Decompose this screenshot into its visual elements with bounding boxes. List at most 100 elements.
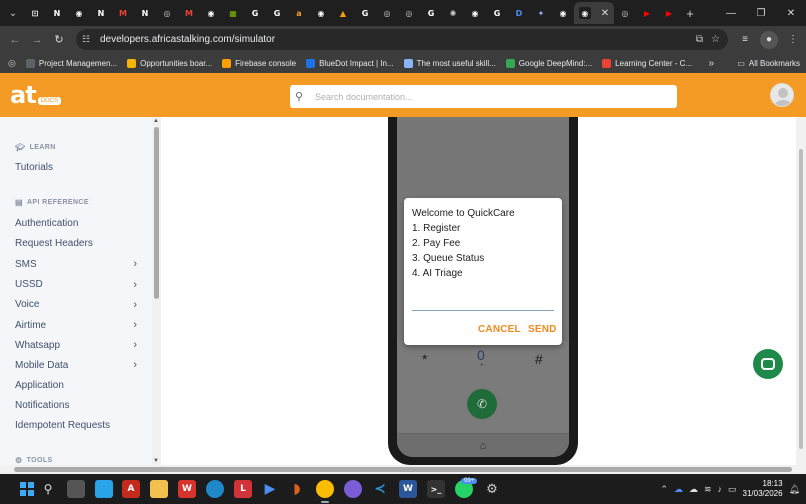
chevron-right-icon[interactable]: ›	[133, 258, 137, 270]
tab-18[interactable]: G	[420, 2, 442, 24]
bookmark-item[interactable]: Project Managemen...	[25, 58, 117, 68]
tab-12[interactable]: a	[288, 2, 310, 24]
key-star[interactable]: *	[422, 351, 427, 367]
store-icon[interactable]	[95, 480, 113, 498]
battery-icon[interactable]: ▭	[728, 484, 737, 495]
scroll-up-icon[interactable]: ▲	[153, 118, 159, 124]
tab-1[interactable]: N	[46, 2, 68, 24]
bookmark-star-icon[interactable]: ☆	[711, 34, 720, 45]
page-scrollbar[interactable]	[796, 117, 806, 465]
tab-after-0[interactable]: ◎	[614, 2, 636, 24]
chevron-right-icon[interactable]: ›	[133, 359, 137, 371]
chevron-right-icon[interactable]: ›	[133, 319, 137, 331]
chat-support-button[interactable]	[753, 349, 783, 379]
tab-14[interactable]: ▲	[332, 2, 354, 24]
bookmarks-overflow-icon[interactable]: »	[708, 58, 714, 69]
back-icon[interactable]: ←	[4, 29, 26, 51]
vscode-icon[interactable]: ≺	[371, 480, 389, 498]
pdf-reader-icon[interactable]: A	[122, 480, 140, 498]
maximize-icon[interactable]: ❐	[746, 0, 776, 26]
tab-5[interactable]: N	[134, 2, 156, 24]
ussd-response-input[interactable]	[412, 310, 554, 311]
globe-icon[interactable]: ◎	[8, 58, 16, 69]
address-url[interactable]: developers.africastalking.com/simulator	[100, 34, 275, 45]
minimize-icon[interactable]: —	[716, 0, 746, 26]
sidebar-item-mobile-data[interactable]: Mobile Data ›	[15, 359, 137, 371]
windows-start-icon[interactable]	[18, 480, 36, 498]
sidebar-item-idempotent-requests[interactable]: Idempotent Requests	[15, 420, 137, 431]
reading-list-icon[interactable]: ≡	[736, 31, 754, 49]
sidebar-item-ussd[interactable]: USSD ›	[15, 279, 137, 291]
tab-0[interactable]: ⊡	[24, 2, 46, 24]
close-tab-icon[interactable]: ✕	[601, 8, 609, 19]
tab-17[interactable]: ◎	[398, 2, 420, 24]
tab-7[interactable]: M	[178, 2, 200, 24]
send-button[interactable]: SEND	[528, 324, 557, 335]
tab-after-1[interactable]: ▶	[636, 2, 658, 24]
media-player-icon[interactable]: ▶	[261, 480, 279, 498]
file-explorer-icon[interactable]	[150, 480, 168, 498]
cloud-icon[interactable]: ☁	[689, 484, 698, 495]
menu-kebab-icon[interactable]: ⋮	[784, 31, 802, 49]
word-icon[interactable]: W	[399, 480, 417, 498]
tab-2[interactable]: ◉	[68, 2, 90, 24]
terminal-icon[interactable]: >_	[427, 480, 445, 498]
wps-office-icon[interactable]: W	[178, 480, 196, 498]
edge-icon[interactable]	[206, 480, 224, 498]
copilot-icon[interactable]	[344, 480, 362, 498]
profile-avatar-icon[interactable]: ●	[760, 30, 778, 49]
sidebar-item-request-headers[interactable]: Request Headers	[15, 238, 137, 249]
africastalking-logo[interactable]: at DOCS	[10, 83, 62, 107]
tab-search-icon[interactable]: ⌄	[2, 2, 24, 24]
system-clock[interactable]: 18:13 31/03/2026	[743, 479, 783, 499]
tab-21[interactable]: G	[486, 2, 508, 24]
tab-active-africastalking[interactable]: ◉ ✕	[574, 2, 614, 24]
chevron-right-icon[interactable]: ›	[133, 299, 137, 311]
tab-23[interactable]: ✦	[530, 2, 552, 24]
sidebar-item-notifications[interactable]: Notifications	[15, 400, 137, 411]
bookmark-item[interactable]: The most useful skill...	[403, 58, 496, 68]
user-avatar[interactable]	[770, 83, 794, 107]
new-tab-button[interactable]: +	[680, 6, 700, 21]
tab-22[interactable]: D	[508, 2, 530, 24]
forward-icon[interactable]: →	[26, 29, 48, 51]
scroll-down-icon[interactable]: ▼	[153, 458, 159, 464]
page-scroll-thumb[interactable]	[799, 149, 803, 449]
volume-icon[interactable]: ♪	[718, 484, 723, 494]
tab-15[interactable]: G	[354, 2, 376, 24]
sidebar-scrollbar[interactable]: ▲ ▼	[152, 117, 161, 465]
horizontal-scroll-thumb[interactable]	[14, 467, 792, 472]
call-button[interactable]: ✆	[467, 389, 497, 419]
chevron-right-icon[interactable]: ›	[133, 339, 137, 351]
sidebar-item-voice[interactable]: Voice ›	[15, 299, 137, 311]
tab-19[interactable]: ✺	[442, 2, 464, 24]
tab-11[interactable]: G	[266, 2, 288, 24]
sidebar-item-tutorials[interactable]: Tutorials	[15, 162, 137, 173]
sidebar-scroll-thumb[interactable]	[154, 127, 159, 299]
close-window-icon[interactable]: ✕	[776, 0, 806, 26]
bookmark-item[interactable]: BluеDot Impact | In...	[306, 58, 394, 68]
bookmark-item[interactable]: Learning Center - C...	[602, 58, 692, 68]
notifications-icon[interactable]: 🔔︎	[789, 484, 800, 495]
chrome-icon[interactable]	[316, 480, 334, 503]
address-bar[interactable]: ☷ developers.africastalking.com/simulato…	[76, 29, 728, 50]
bookmark-item[interactable]: Opportunities boar...	[127, 58, 212, 68]
wifi-icon[interactable]: ≋	[704, 484, 712, 495]
task-view-icon[interactable]	[67, 480, 85, 498]
sidebar-item-airtime[interactable]: Airtime ›	[15, 319, 137, 331]
reload-icon[interactable]: ↻	[48, 29, 70, 51]
app-icon[interactable]: L	[234, 480, 252, 498]
bookmark-item[interactable]: Google DeepMind:...	[505, 58, 592, 68]
onedrive-icon[interactable]: ☁	[674, 484, 683, 495]
sidebar-item-sms[interactable]: SMS ›	[15, 258, 137, 270]
tab-8[interactable]: ◉	[200, 2, 222, 24]
tab-20[interactable]: ◉	[464, 2, 486, 24]
sidebar-item-whatsapp[interactable]: Whatsapp ›	[15, 339, 137, 351]
key-hash[interactable]: #	[535, 351, 543, 367]
key-zero[interactable]: 0	[477, 347, 485, 363]
tab-9[interactable]: ▦	[222, 2, 244, 24]
tab-10[interactable]: G	[244, 2, 266, 24]
tab-13[interactable]: ◉	[310, 2, 332, 24]
tab-after-2[interactable]: ▶	[658, 2, 680, 24]
settings-icon[interactable]: ⚙	[483, 480, 501, 498]
